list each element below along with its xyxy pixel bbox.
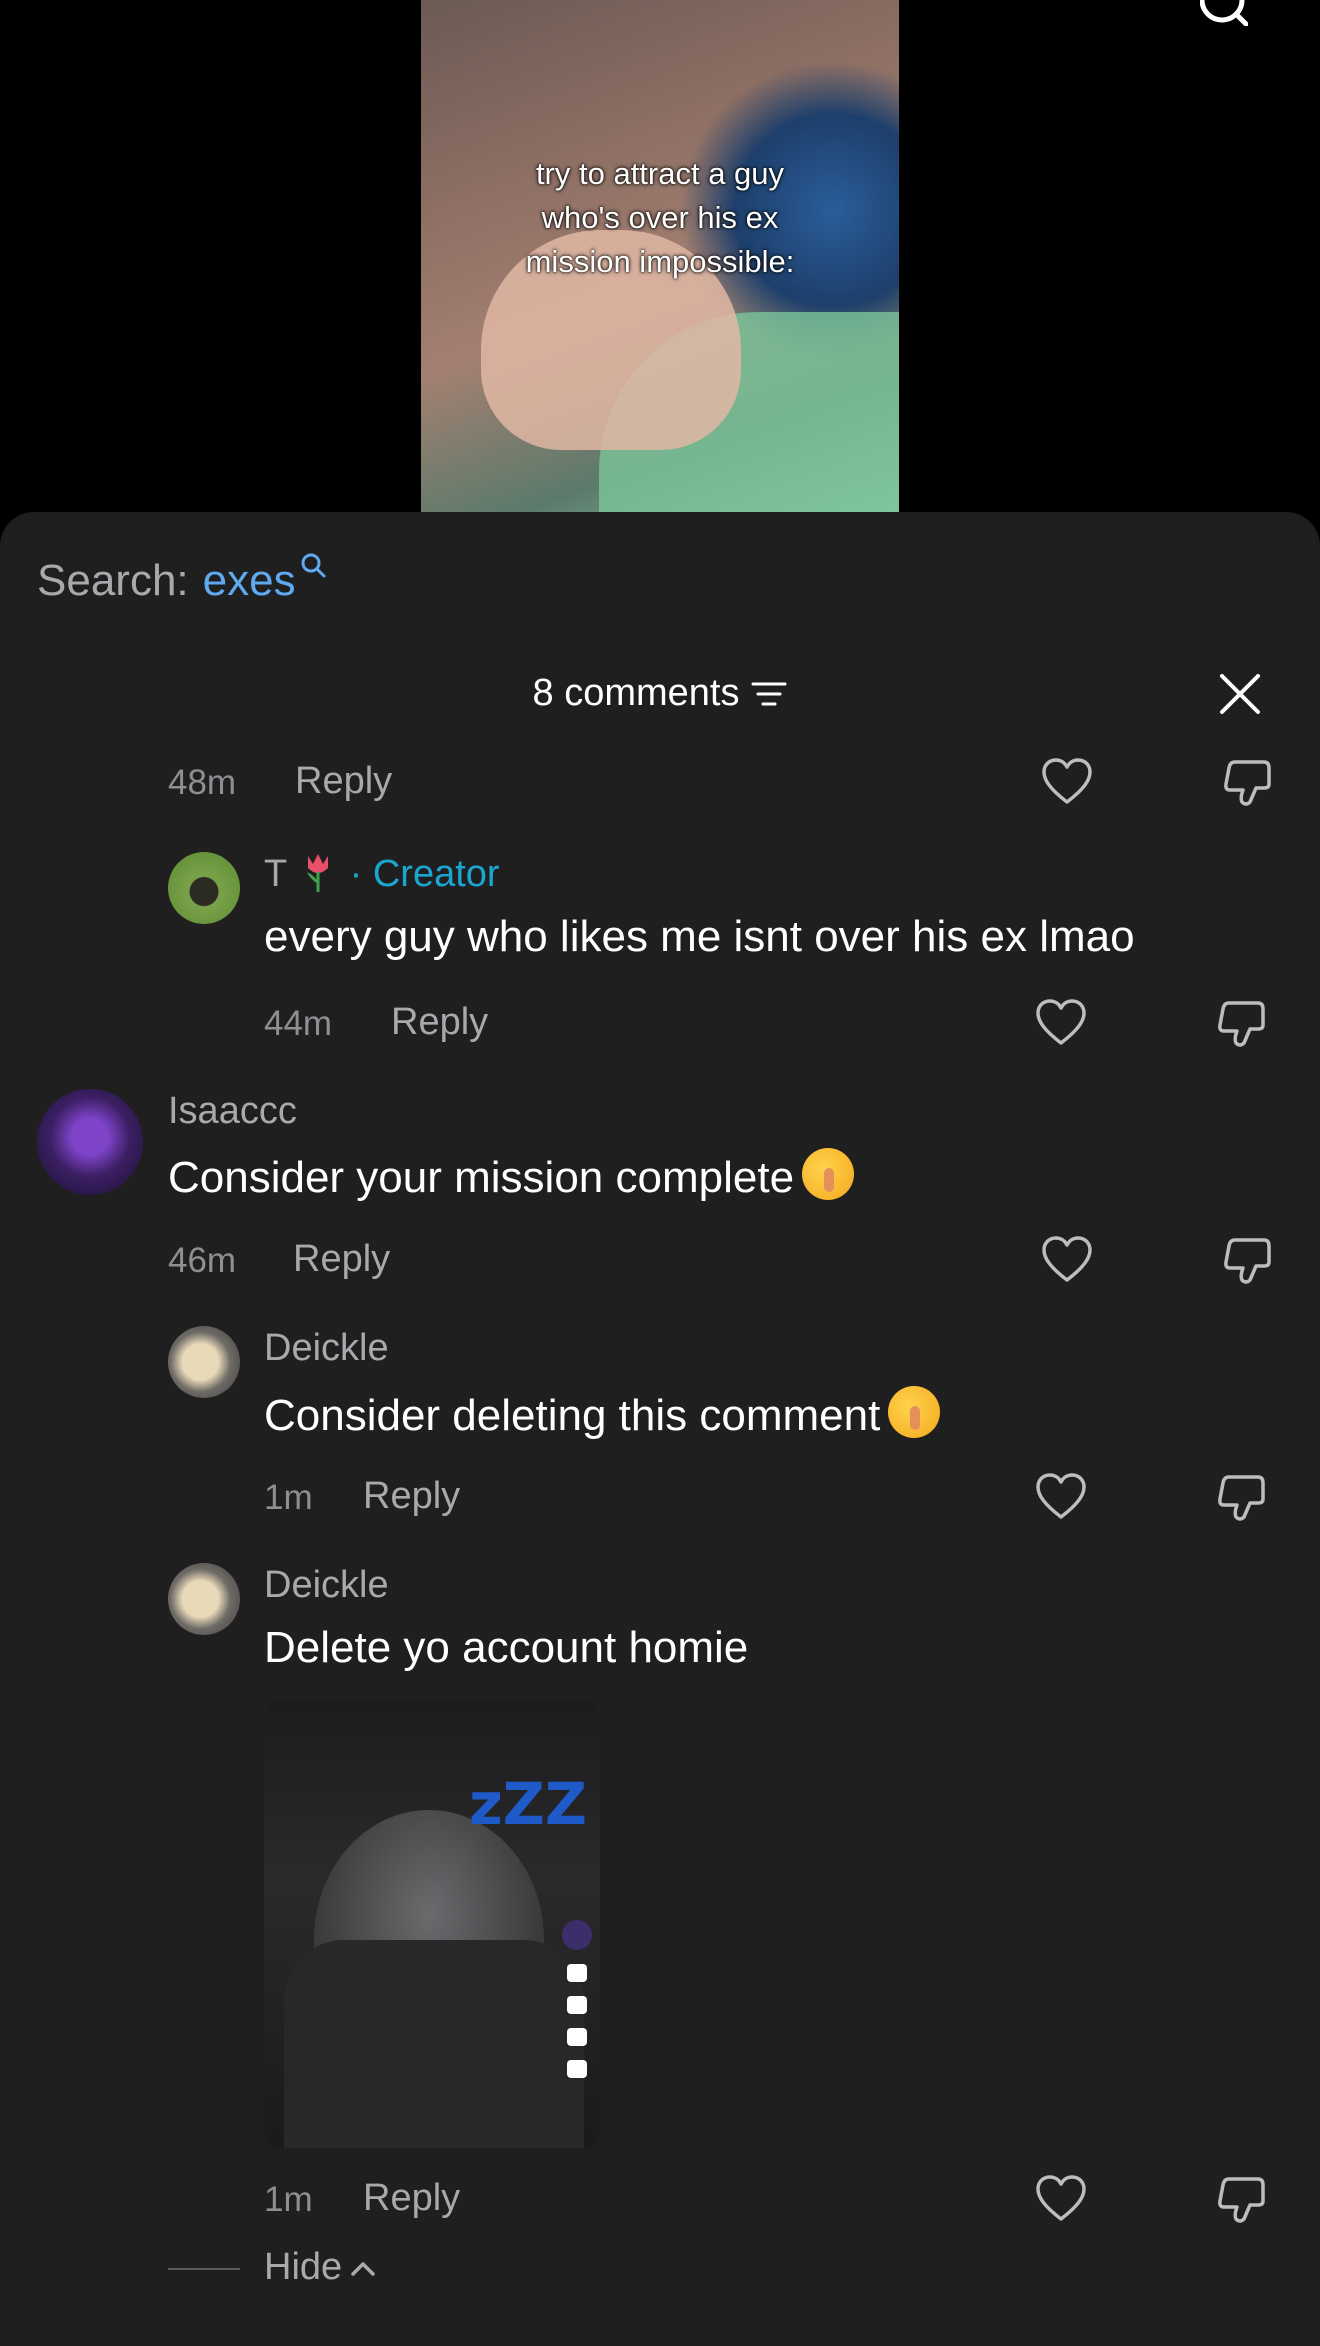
shushing-face-icon xyxy=(888,1386,941,1438)
avatar xyxy=(562,1920,592,1950)
comment-time: 48m xyxy=(168,763,237,802)
comment-text: every guy who likes me isnt over his ex … xyxy=(264,912,1135,961)
heart-icon xyxy=(567,1964,587,1982)
bookmark-icon xyxy=(567,2028,587,2046)
sleep-zzz-text: zZZ xyxy=(469,1770,587,1838)
shushing-face-icon xyxy=(802,1148,855,1200)
avatar[interactable] xyxy=(37,1089,143,1195)
video-sticker[interactable]: zZZ xyxy=(264,1700,600,2148)
tulip-icon xyxy=(303,852,333,892)
comment-time: 46m xyxy=(168,1241,237,1280)
comment-text: Delete yo account homie xyxy=(264,1623,749,1672)
dislike-icon[interactable] xyxy=(1220,1234,1274,1288)
video-area: try to attract a guy who's over his ex m… xyxy=(0,0,1320,540)
video-caption: try to attract a guy who's over his ex m… xyxy=(525,156,795,279)
share-icon xyxy=(567,2060,587,2078)
comment-username[interactable]: Isaaccc xyxy=(168,1090,297,1133)
sticker-side-icons xyxy=(560,1920,594,2078)
comment-text: Consider deleting this comment xyxy=(264,1386,941,1441)
replies-divider xyxy=(168,2268,240,2270)
heart-icon[interactable] xyxy=(1040,1234,1094,1288)
dislike-icon[interactable] xyxy=(1214,997,1268,1051)
reply-button[interactable]: Reply xyxy=(295,760,392,803)
heart-icon[interactable] xyxy=(1040,756,1094,810)
comment-text: Consider your mission complete xyxy=(168,1148,855,1203)
hide-replies-button[interactable]: Hide xyxy=(264,2246,376,2289)
comment-time: 1m xyxy=(264,2180,313,2219)
reply-button[interactable]: Reply xyxy=(363,2177,460,2220)
comment-count: 8 comments xyxy=(532,672,740,714)
heart-icon[interactable] xyxy=(1034,2173,1088,2227)
dislike-icon[interactable] xyxy=(1220,756,1274,810)
comment-username[interactable]: Deickle xyxy=(264,1564,389,1607)
reply-button[interactable]: Reply xyxy=(293,1238,390,1281)
comment-time: 1m xyxy=(264,1478,313,1517)
chevron-up-icon xyxy=(351,2261,375,2276)
heart-icon[interactable] xyxy=(1034,997,1088,1051)
avatar[interactable] xyxy=(168,852,240,924)
avatar[interactable] xyxy=(168,1563,240,1635)
comments-header: 8 comments xyxy=(0,672,1320,715)
video-thumbnail[interactable]: try to attract a guy who's over his ex m… xyxy=(421,0,899,512)
search-suggestion[interactable]: Search: exes xyxy=(37,553,326,606)
reply-button[interactable]: Reply xyxy=(363,1475,460,1518)
dislike-icon[interactable] xyxy=(1214,2173,1268,2227)
avatar[interactable] xyxy=(168,1326,240,1398)
search-label: Search: xyxy=(37,556,189,605)
search-icon[interactable] xyxy=(1200,0,1248,26)
reply-button[interactable]: Reply xyxy=(391,1001,488,1044)
comment-username[interactable]: Deickle xyxy=(264,1327,389,1370)
search-icon xyxy=(301,553,326,578)
search-term[interactable]: exes xyxy=(203,556,296,606)
close-icon[interactable] xyxy=(1218,672,1262,716)
comment-username[interactable]: T · Creator xyxy=(264,852,500,896)
creator-badge: · Creator xyxy=(349,853,500,895)
heart-icon[interactable] xyxy=(1034,1471,1088,1525)
dislike-icon[interactable] xyxy=(1214,1471,1268,1525)
comment-time: 44m xyxy=(264,1004,333,1043)
filter-icon[interactable] xyxy=(751,679,787,709)
comment-icon xyxy=(567,1996,587,2014)
